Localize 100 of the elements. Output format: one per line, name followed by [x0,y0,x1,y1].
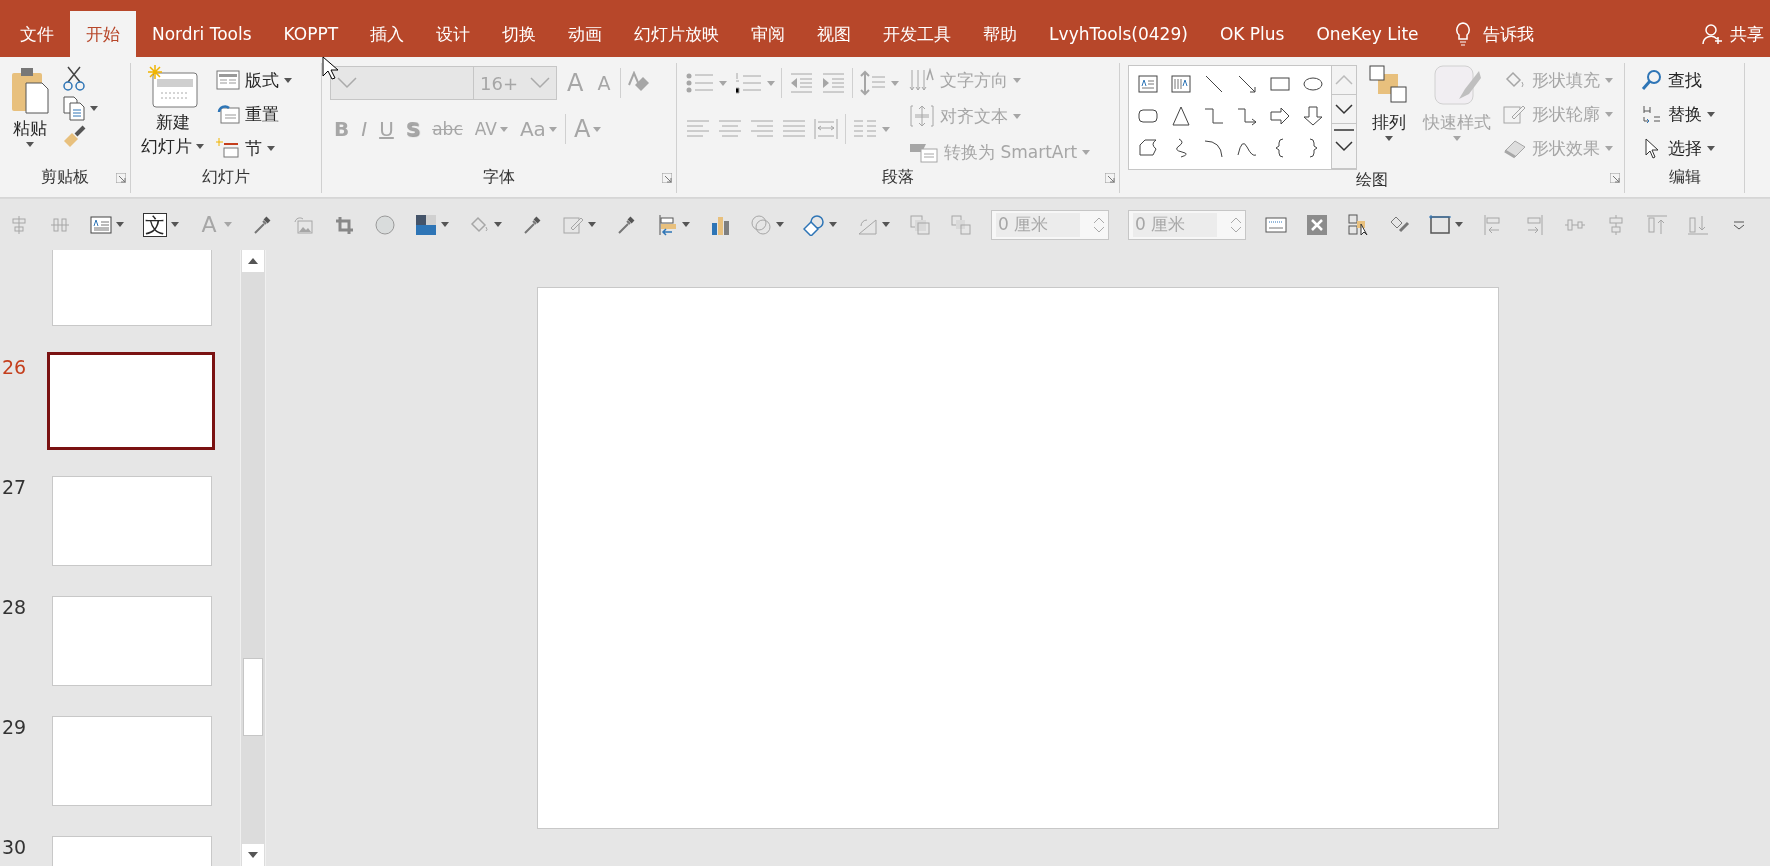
spin-up-icon[interactable] [1094,216,1104,223]
line-spacing-icon[interactable] [859,70,887,96]
caret-icon[interactable] [441,222,449,227]
increase-indent-icon[interactable] [820,71,846,95]
scroll-down-icon[interactable] [248,852,258,858]
lightbulb-icon[interactable] [1454,22,1471,46]
vertical-text-box-icon[interactable] [1169,73,1192,95]
ribbon-tab[interactable]: 视图 [801,11,868,57]
freeform-icon[interactable] [1136,137,1159,159]
ribbon-tab[interactable]: 幻灯片放映 [618,11,736,57]
caret-icon[interactable] [829,222,837,227]
new-slide-icon [146,65,199,109]
down-arrow-icon[interactable] [1301,105,1324,127]
ribbon-tab[interactable]: Nordri Tools [136,11,268,57]
toolbar-button[interactable] [803,213,837,236]
spin-up-icon[interactable] [1231,216,1241,223]
ribbon-command[interactable]: 重置 [216,99,292,129]
caret-icon[interactable] [494,222,502,227]
toolbar-button[interactable] [1347,213,1369,236]
elbow-connector-icon[interactable] [1202,105,1225,127]
right-arrow-icon[interactable] [1268,105,1291,127]
caret-icon[interactable] [1455,222,1463,227]
person-icon [1702,23,1724,45]
caret-icon[interactable] [682,222,690,227]
share-button[interactable]: 共享 [1702,11,1764,57]
text-direction-icon [909,68,935,92]
caret-icon[interactable] [26,142,34,148]
scissors-icon[interactable] [62,65,86,91]
ribbon-tab[interactable]: LvyhTools(0429) [1033,11,1204,57]
ribbon-tab[interactable]: 设计 [420,11,487,57]
arrange-button[interactable]: 排列 [1367,63,1411,144]
ribbon-command[interactable]: 替换 [1641,99,1715,129]
pencil-icon [1503,103,1527,125]
selection-pane-icon [1347,213,1369,236]
caret-icon[interactable] [196,144,204,150]
send-backward-icon [950,213,972,236]
ribbon-tab[interactable]: 帮助 [967,11,1034,57]
text-box-icon[interactable] [1136,73,1159,95]
caret-icon[interactable] [588,222,596,227]
triangle-icon[interactable] [1169,105,1192,127]
slide-number: 26 [1,356,28,380]
group-label: 段落 [882,167,914,188]
caret-icon[interactable] [1707,111,1715,117]
ribbon-tab[interactable]: 切换 [486,11,553,57]
toolbar-button[interactable] [90,213,124,236]
slide-number: 30 [1,836,28,860]
caret-icon[interactable] [776,222,784,227]
scroll-up-icon[interactable] [248,258,258,264]
toolbar-button[interactable] [1306,213,1328,236]
ribbon-tab[interactable]: 开发工具 [867,11,968,57]
ribbon-tab[interactable]: 开始 [70,11,136,57]
caret-icon[interactable] [116,222,124,227]
ribbon-command[interactable]: 选择 [1641,133,1715,163]
tell-me-field[interactable]: 告诉我 [1482,22,1534,46]
caret-icon[interactable] [882,222,890,227]
toolbar-button[interactable] [415,213,449,236]
spin-down-icon[interactable] [1094,226,1104,233]
ribbon-tab[interactable]: 动画 [552,11,619,57]
caret-icon[interactable] [284,77,292,83]
replace-icon [1641,103,1663,125]
caret-icon[interactable] [171,222,179,227]
elbow-arrow-icon[interactable] [1235,105,1258,127]
new-slide-button[interactable]: 新建 幻灯片 [139,63,206,160]
align-text-icon [909,104,935,128]
chevron-icon [530,77,550,89]
ribbon-command[interactable]: 查找 [1641,65,1715,95]
ribbon-tab[interactable]: KOPPT [267,11,355,57]
ribbon-command[interactable]: 版式 [216,65,292,95]
ribbon-tab[interactable]: 审阅 [735,11,802,57]
frame-icon [1429,213,1451,236]
caret-icon[interactable] [267,145,275,151]
toolbar-button[interactable] [1429,213,1463,236]
decrease-indent-icon[interactable] [788,71,814,95]
search-icon [1641,69,1663,91]
ribbon-tab[interactable]: 插入 [354,11,421,57]
toolbar-button[interactable] [750,213,784,236]
scrollbar[interactable] [240,250,266,866]
launcher-icon[interactable] [1610,173,1620,183]
bullets-icon[interactable] [685,71,715,95]
caret-icon[interactable] [1385,136,1393,142]
copy-icon[interactable] [62,95,86,121]
ribbon-tab[interactable]: OneKey Lite [1300,11,1435,57]
reset-icon [216,103,240,125]
ribbon-command[interactable]: 节 [216,133,292,163]
caret-icon[interactable] [1707,145,1715,151]
scroll-thumb[interactable] [243,658,263,736]
caret-icon[interactable] [90,105,98,111]
font-name-field[interactable] [330,66,474,100]
ribbon-tab[interactable]: OK Plus [1203,11,1301,57]
paste-button[interactable]: 粘贴 [8,63,52,150]
align-bottom-icon [1687,213,1709,236]
arc-icon[interactable] [1202,137,1225,159]
spin-down-icon[interactable] [1231,226,1241,233]
clipboard-icon [10,65,50,115]
group-label: 绘图 [1356,170,1388,191]
slide-thumbnail[interactable] [47,352,215,450]
numbering-icon[interactable] [733,71,763,95]
toolbar-button[interactable] [656,213,690,236]
launcher-icon[interactable] [116,173,126,183]
ribbon-tab[interactable]: 文件 [4,11,70,57]
